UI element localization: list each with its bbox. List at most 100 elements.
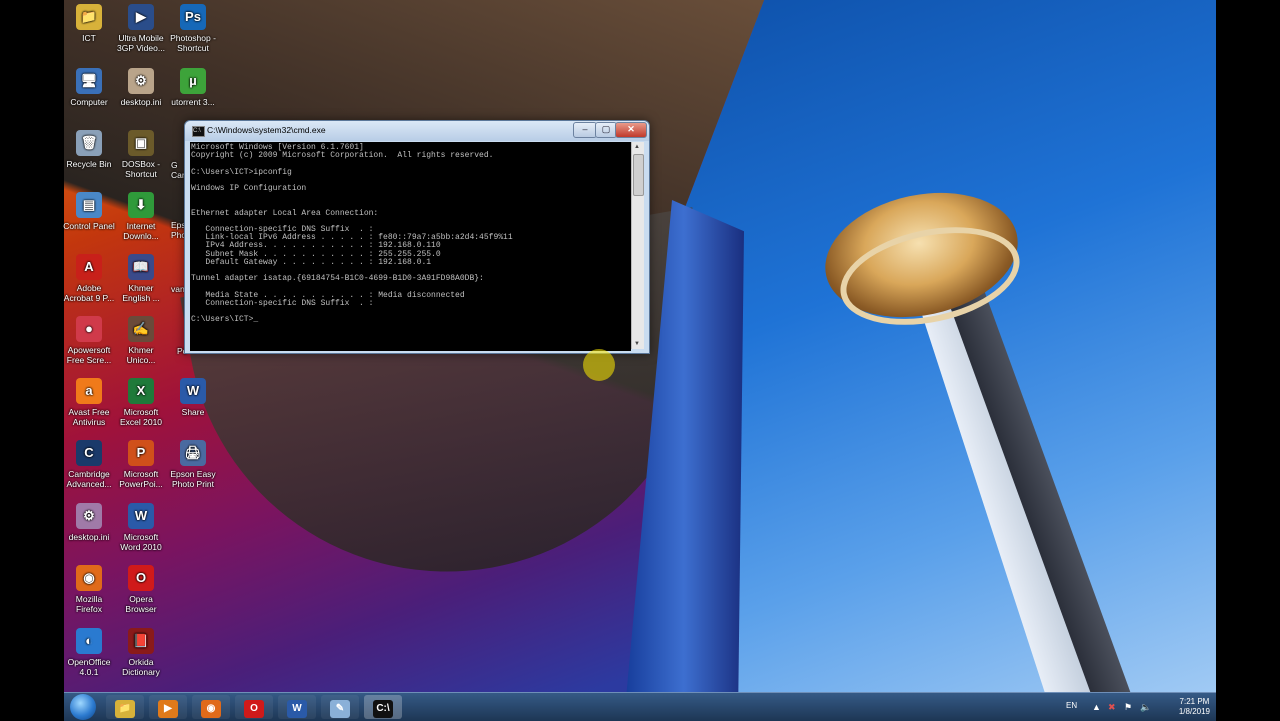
taskbar-explorer-button[interactable]: 📁 — [106, 695, 144, 719]
start-button[interactable] — [70, 694, 96, 720]
clock-time: 7:21 PM — [1179, 697, 1210, 706]
close-button[interactable]: ✕ — [615, 122, 647, 138]
console-output[interactable]: Microsoft Windows [Version 6.1.7601] Cop… — [190, 142, 631, 351]
desktop-icon[interactable]: ▤ Control Panel — [62, 192, 116, 231]
cmd-window[interactable]: C:\ C:\Windows\system32\cmd.exe – ▢ ✕ Mi… — [184, 120, 650, 381]
desktop-icon-label: Can — [171, 170, 187, 180]
app-icon: C — [76, 440, 102, 466]
desktop-icon[interactable]: ▣ DOSBox - Shortcut — [114, 130, 168, 179]
desktop-icon-label: Adobe Acrobat 9 P... — [63, 283, 115, 303]
media-player-icon: ▶ — [158, 700, 178, 718]
taskbar-cmd-button[interactable]: C:\ — [364, 695, 402, 719]
desktop-icon-label: Eps — [171, 220, 186, 230]
taskbar-media-player-button[interactable]: ▶ — [149, 695, 187, 719]
show-hidden-icons-icon[interactable]: ▲ — [1092, 702, 1101, 712]
notepad-icon: ✎ — [330, 700, 350, 718]
desktop-icon-label: Microsoft Word 2010 — [120, 532, 162, 552]
app-icon: O — [128, 565, 154, 591]
desktop-icon-label: Ultra Mobile 3GP Video... — [117, 33, 165, 53]
desktop-icon-label: OpenOffice 4.0.1 — [67, 657, 111, 677]
desktop-icon[interactable]: 🖥 Computer — [62, 68, 116, 107]
network-icon[interactable]: ✖ — [1108, 702, 1116, 713]
cmd-icon: C:\ — [373, 700, 393, 718]
desktop-icon-label: van — [171, 284, 185, 294]
desktop-icon[interactable]: ✍ Khmer Unico... — [114, 316, 168, 365]
desktop-icon-label: Recycle Bin — [66, 159, 112, 169]
desktop-icon[interactable]: ⚙ desktop.ini — [114, 68, 168, 107]
app-icon: W — [128, 503, 154, 529]
action-center-icon[interactable]: ⚑ — [1124, 702, 1132, 713]
desktop-icon-label: DOSBox - Shortcut — [121, 159, 161, 179]
desktop-icon[interactable]: ▶ Ultra Mobile 3GP Video... — [114, 4, 168, 53]
desktop-icon[interactable]: ◐ OpenOffice 4.0.1 — [62, 628, 116, 677]
desktop-icon-label: Orkida Dictionary — [122, 657, 160, 677]
maximize-button[interactable]: ▢ — [595, 122, 617, 138]
app-icon: ⬇ — [128, 192, 154, 218]
desktop-icon[interactable]: Ps Photoshop - Shortcut — [166, 4, 220, 53]
desktop-icon[interactable]: ⚙ desktop.ini — [62, 503, 116, 542]
desktop-icon[interactable]: W Share — [166, 378, 220, 417]
desktop-icon[interactable]: ● Apowersoft Free Scre... — [62, 316, 116, 365]
desktop-icon[interactable]: P Microsoft PowerPoi... — [114, 440, 168, 489]
desktop-icon-label: ICT — [82, 33, 96, 43]
app-icon: P — [128, 440, 154, 466]
desktop-icon[interactable]: µ utorrent 3... — [166, 68, 220, 107]
app-icon: A — [76, 254, 102, 280]
app-icon: ◐ — [76, 628, 102, 654]
desktop-icon[interactable]: ⬇ Internet Downlo... — [114, 192, 168, 241]
desktop-icon[interactable]: ◉ Mozilla Firefox — [62, 565, 116, 614]
desktop-icon-label: Cambridge Advanced... — [66, 469, 112, 489]
app-icon: X — [128, 378, 154, 404]
desktop-icon[interactable]: 🗑 Recycle Bin — [62, 130, 116, 169]
volume-icon[interactable]: 🔈 — [1140, 702, 1151, 713]
desktop-icon[interactable]: C Cambridge Advanced... — [62, 440, 116, 489]
desktop-icon-label: Internet Downlo... — [123, 221, 159, 241]
desktop-icon-label: Khmer Unico... — [126, 345, 156, 365]
desktop-icon-label: G — [171, 160, 178, 170]
desktop-icon[interactable]: A Adobe Acrobat 9 P... — [62, 254, 116, 303]
app-icon: ◉ — [76, 565, 102, 591]
cmd-icon: C:\ — [192, 126, 205, 137]
desktop-icon[interactable]: 📕 Orkida Dictionary — [114, 628, 168, 677]
desktop-icon-label: Epson Easy Photo Print — [170, 469, 216, 489]
desktop-icon[interactable]: X Microsoft Excel 2010 — [114, 378, 168, 427]
app-icon: µ — [180, 68, 206, 94]
desktop-icon-label: Photoshop - Shortcut — [170, 33, 216, 53]
desktop-icon[interactable]: W Microsoft Word 2010 — [114, 503, 168, 552]
desktop-icon[interactable]: 🖨 Epson Easy Photo Print — [166, 440, 220, 489]
taskbar-notepad-button[interactable]: ✎ — [321, 695, 359, 719]
taskbar-firefox-button[interactable]: ◉ — [192, 695, 230, 719]
desktop-icon-label: Apowersoft Free Scre... — [66, 345, 112, 365]
desktop-icon-label: Control Panel — [63, 221, 115, 231]
app-icon: a — [76, 378, 102, 404]
app-icon: W — [180, 378, 206, 404]
desktop-icon-label: Share — [181, 407, 205, 417]
desktop-icon[interactable]: O Opera Browser — [114, 565, 168, 614]
desktop-icon[interactable]: a Avast Free Antivirus — [62, 378, 116, 427]
language-indicator[interactable]: EN — [1066, 701, 1077, 710]
desktop-icon-label: Microsoft Excel 2010 — [119, 407, 163, 427]
taskbar-word-button[interactable]: W — [278, 695, 316, 719]
app-icon: ✍ — [128, 316, 154, 342]
app-icon: 📖 — [128, 254, 154, 280]
scrollbar-thumb[interactable] — [633, 154, 644, 196]
desktop-icon[interactable]: 📁 ICT — [62, 4, 116, 43]
app-icon: 🖥 — [76, 68, 102, 94]
desktop-wallpaper — [64, 0, 1216, 720]
app-icon: 🗑 — [76, 130, 102, 156]
taskbar-opera-button[interactable]: O — [235, 695, 273, 719]
desktop-icon-label: desktop.ini — [68, 532, 110, 542]
desktop-icon-label: utorrent 3... — [171, 97, 215, 107]
desktop-icon-label: Computer — [70, 97, 108, 107]
scroll-down-icon[interactable]: ▼ — [634, 341, 640, 347]
minimize-button[interactable]: – — [573, 122, 597, 138]
desktop-icon[interactable]: 📖 Khmer English ... — [114, 254, 168, 303]
scroll-up-icon[interactable]: ▲ — [634, 144, 640, 150]
cmd-title-bar[interactable]: C:\ C:\Windows\system32\cmd.exe – ▢ ✕ — [185, 121, 649, 141]
opera-icon: O — [244, 700, 264, 718]
vertical-scrollbar[interactable]: ▲ ▼ — [631, 142, 644, 349]
app-icon: ▤ — [76, 192, 102, 218]
desktop-icon-label: Avast Free Antivirus — [68, 407, 110, 427]
system-tray: EN ▲ ✖ ⚑ 🔈 7:21 PM 1/8/2019 — [1066, 693, 1216, 721]
clock[interactable]: 7:21 PM 1/8/2019 — [1179, 697, 1210, 717]
